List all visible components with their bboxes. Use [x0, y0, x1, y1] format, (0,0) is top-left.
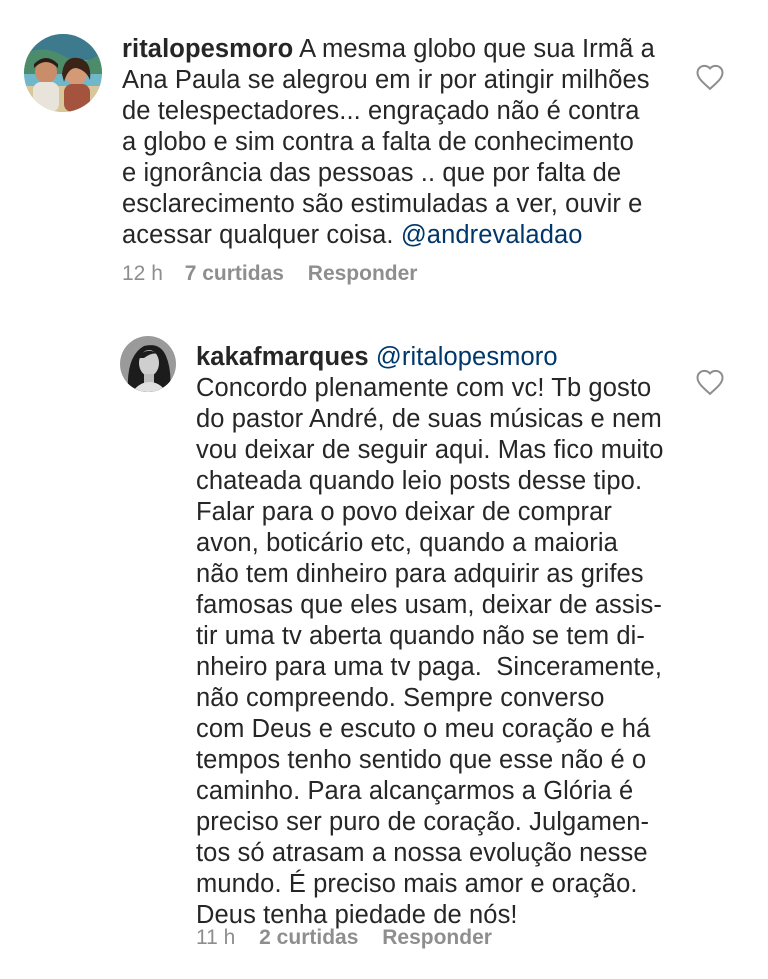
- likes-count-link[interactable]: 2 curtidas: [259, 926, 358, 950]
- mention-link[interactable]: @ritalopesmoro: [376, 343, 558, 371]
- comment-line: não compreendo. Sempre converso: [196, 684, 605, 712]
- heart-outline-icon[interactable]: [695, 63, 725, 91]
- comment-line: Ana Paula se alegrou em ir por atingir m…: [122, 66, 650, 94]
- comment-line: vou deixar de seguir aqui. Mas fico muit…: [196, 436, 664, 464]
- comment-line: ritalopesmoro A mesma globo que sua Irmã…: [122, 34, 682, 65]
- comment-line: kakafmarques @ritalopesmoro: [196, 342, 696, 373]
- comment-line: Concordo plenamente com vc! Tb gosto: [196, 374, 652, 402]
- comment-time: 12 h: [122, 262, 163, 285]
- comment-line: caminho. Para alcançarmos a Glória é: [196, 777, 634, 805]
- comment-line: e ignorância das pessoas .. que por falt…: [122, 159, 622, 187]
- reply-button[interactable]: Responder: [382, 926, 492, 950]
- comment-line: Falar para o povo deixar de comprar: [196, 498, 612, 526]
- comment-line: tir uma tv aberta quando não se tem di-: [196, 622, 645, 650]
- comment-text: ritalopesmoro A mesma globo que sua Irmã…: [122, 34, 682, 251]
- avatar[interactable]: [120, 336, 176, 392]
- woman-portrait-avatar-icon: [120, 336, 176, 392]
- comment-line-text: A mesma globo que sua Irmã a: [299, 35, 655, 63]
- avatar[interactable]: [24, 34, 102, 112]
- comment-meta: 11 h 2 curtidas Responder: [196, 926, 492, 950]
- comment-meta: 12 h 7 curtidas Responder: [122, 262, 417, 286]
- comment-line-text: acessar qualquer coisa.: [122, 221, 394, 249]
- comment-username[interactable]: ritalopesmoro: [122, 35, 293, 63]
- comment-line: esclarecimento são estimuladas a ver, ou…: [122, 190, 643, 218]
- comment-line: tos só atrasam a nossa evolução nesse: [196, 839, 648, 867]
- comment-line: preciso ser puro de coração. Julgamen-: [196, 808, 650, 836]
- comment-line: avon, boticário etc, quando a maioria: [196, 529, 618, 557]
- comment-reply: kakafmarques @ritalopesmoro Concordo ple…: [0, 300, 768, 979]
- comment-line: a globo e sim contra a falta de conhecim…: [122, 128, 634, 156]
- comment-time: 11 h: [196, 926, 236, 949]
- comment-line: de telespectadores... engraçado não é co…: [122, 97, 640, 125]
- comment-line: acessar qualquer coisa. @andrevaladao: [122, 220, 682, 251]
- comment-line: tempos tenho sentido que esse não é o: [196, 746, 647, 774]
- comment-line: com Deus e escuto o meu coração e há: [196, 715, 651, 743]
- likes-count-link[interactable]: 7 curtidas: [185, 262, 284, 286]
- comment: ritalopesmoro A mesma globo que sua Irmã…: [0, 0, 768, 300]
- mention-link[interactable]: @andrevaladao: [401, 221, 583, 249]
- comment-username[interactable]: kakafmarques: [196, 343, 369, 371]
- heart-outline-icon[interactable]: [695, 368, 725, 396]
- comment-text: kakafmarques @ritalopesmoro Concordo ple…: [196, 342, 696, 931]
- couple-photo-avatar-icon: [24, 34, 102, 112]
- comment-line: do pastor André, de suas músicas e nem: [196, 405, 662, 433]
- comment-line: não tem dinheiro para adquirir as grifes: [196, 560, 644, 588]
- comment-line: mundo. É preciso mais amor e oração.: [196, 870, 638, 898]
- comment-line: chateada quando leio posts desse tipo.: [196, 467, 643, 495]
- reply-button[interactable]: Responder: [308, 262, 418, 286]
- comment-line: famosas que eles usam, deixar de assis-: [196, 591, 662, 619]
- comment-line: nheiro para uma tv paga. Sinceramente,: [196, 653, 662, 681]
